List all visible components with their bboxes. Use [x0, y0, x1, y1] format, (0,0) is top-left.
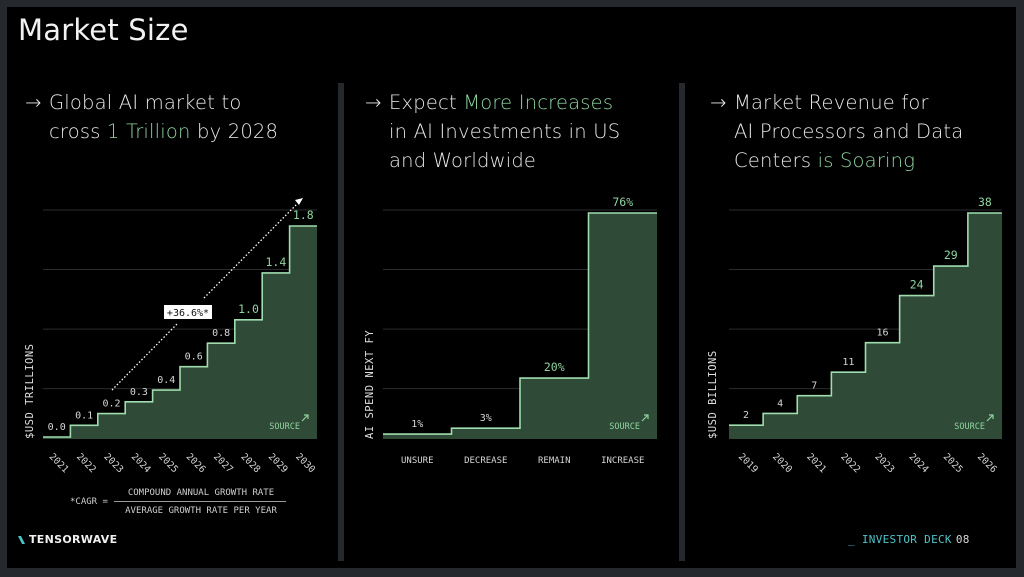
fraction-bar [114, 501, 286, 502]
tensorwave-logo-icon [18, 535, 25, 544]
deck-title: _ INVESTOR DECK [848, 533, 952, 546]
step-bar [831, 372, 865, 439]
x-tick-label: 2019 [736, 451, 760, 475]
investor-deck-label: _ INVESTOR DECK 08 [848, 533, 970, 546]
cagr-footnote-label: *CAGR = [70, 497, 108, 507]
data-label: 4 [777, 398, 783, 409]
x-tick-label: 2024 [907, 451, 931, 475]
source-link[interactable]: SOURCE [954, 422, 985, 432]
x-tick-label: 2023 [872, 451, 896, 475]
step-bar [763, 413, 797, 439]
x-tick-label: 2022 [838, 451, 862, 475]
data-label: 16 [877, 328, 889, 339]
data-label: 2 [743, 410, 749, 421]
x-tick-label: 2025 [941, 451, 965, 475]
step-bar [934, 266, 968, 439]
step-bar [968, 213, 1002, 439]
x-tick-label: 2021 [804, 451, 828, 475]
data-label: 38 [978, 195, 992, 209]
page-number: 08 [955, 533, 970, 546]
tensorwave-logo: TENSORWAVE [17, 533, 117, 546]
cagr-footnote-denominator: AVERAGE GROWTH RATE PER YEAR [125, 506, 277, 516]
step-bar [797, 396, 831, 439]
x-tick-label: 2026 [975, 451, 999, 475]
cagr-footnote-numerator: COMPOUND ANNUAL GROWTH RATE [127, 488, 275, 498]
data-label: 11 [842, 357, 854, 368]
x-tick-label: 2020 [770, 451, 794, 475]
step-bar [900, 296, 934, 439]
data-label: 7 [811, 381, 817, 392]
data-label: 29 [944, 248, 958, 262]
step-bar [729, 425, 763, 439]
step-bar [866, 343, 900, 439]
data-label: 24 [910, 278, 924, 292]
logo-text: TENSORWAVE [29, 533, 118, 546]
y-axis-label: $USD BILLIONS [707, 350, 719, 439]
